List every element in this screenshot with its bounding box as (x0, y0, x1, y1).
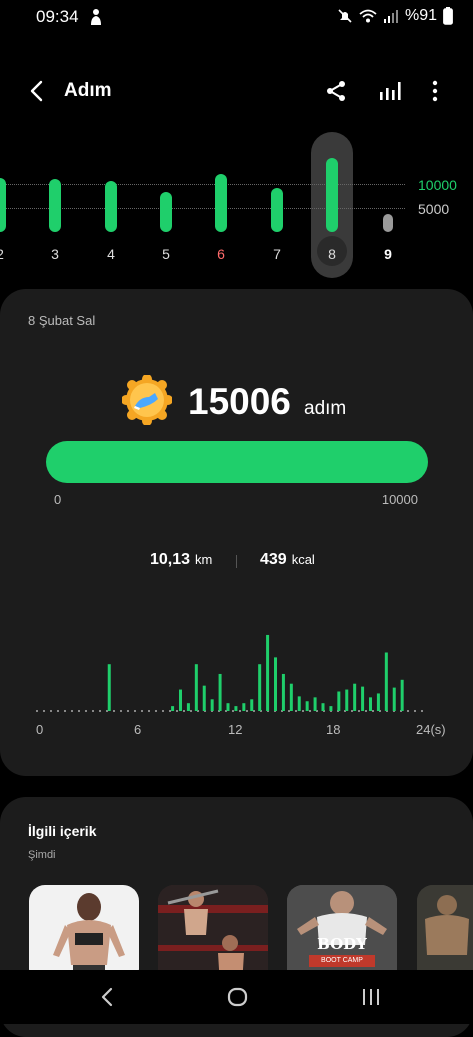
share-icon[interactable] (324, 78, 348, 104)
hourly-bar (250, 699, 254, 711)
hourly-bar (345, 689, 349, 711)
grid-label-10000: 10000 (418, 177, 457, 193)
android-person-icon (91, 9, 101, 25)
status-bar: 09:34 %91 (0, 0, 473, 34)
hour-tick-label: 12 (228, 722, 243, 737)
hourly-bar (376, 693, 380, 711)
distance-value: 10,13 (150, 551, 191, 568)
calorie-metric: 439 kcal (260, 551, 315, 569)
hourly-bar (384, 652, 388, 711)
hourly-bar (353, 683, 357, 711)
metric-divider (236, 555, 237, 568)
calorie-unit: kcal (291, 552, 315, 567)
day-label-3[interactable]: 3 (40, 246, 70, 262)
hourly-bar (369, 697, 372, 711)
hour-tick-label: 18 (326, 722, 341, 737)
hourly-steps-chart[interactable] (36, 619, 426, 719)
hourly-bar (210, 699, 214, 711)
hourly-bar (107, 664, 111, 711)
hourly-bar (392, 687, 396, 711)
day-bar-3[interactable] (49, 179, 61, 232)
hourly-bar (289, 683, 293, 711)
day-bar-5[interactable] (160, 192, 172, 232)
battery-icon (443, 7, 453, 25)
hourly-bar (329, 706, 333, 711)
system-nav-bar (0, 970, 473, 1024)
hourly-bar (281, 673, 285, 711)
day-detail-card: 8 Şubat Sal 15006 adım 0 10000 10,13 km 4… (0, 289, 473, 776)
battery-level: %91 (404, 7, 437, 24)
hour-tick-label: 0 (36, 722, 44, 737)
hourly-bar (218, 673, 222, 711)
day-label-8[interactable]: 8 (317, 246, 347, 262)
hour-tick-label: 6 (134, 722, 142, 737)
wifi-icon (359, 9, 377, 23)
step-count: 15006 (188, 381, 291, 422)
hourly-bar (179, 689, 182, 711)
day-bar-4[interactable] (105, 180, 117, 232)
home-nav-icon[interactable] (227, 987, 249, 1007)
hourly-bar (297, 696, 301, 711)
page-title: Adım (64, 80, 112, 101)
hourly-bar (202, 685, 206, 711)
more-vert-icon[interactable] (426, 78, 444, 104)
bar-stats-icon[interactable] (378, 78, 402, 104)
related-subtitle: Şimdi (28, 849, 56, 861)
goal-medal-icon (122, 375, 172, 425)
mute-icon (338, 9, 352, 23)
hourly-bar (194, 664, 198, 711)
step-unit: adım (304, 398, 347, 419)
day-bar-2[interactable] (0, 178, 6, 232)
day-label-2[interactable]: 2 (0, 246, 15, 262)
back-arrow-icon[interactable] (26, 78, 50, 104)
calorie-value: 439 (260, 551, 287, 568)
day-label-4[interactable]: 4 (96, 246, 126, 262)
goal-min-label: 0 (54, 492, 62, 507)
hourly-bar (321, 703, 325, 711)
grid-label-5000: 5000 (418, 201, 450, 217)
status-icons: %91 (337, 7, 453, 25)
hourly-bar (313, 697, 317, 711)
goal-max-label: 10000 (381, 492, 418, 507)
hourly-bar (266, 634, 270, 711)
back-nav-icon[interactable] (98, 986, 116, 1008)
day-bar-8[interactable] (326, 158, 338, 232)
day-label-9[interactable]: 9 (373, 246, 403, 262)
hourly-bar (234, 706, 238, 711)
hourly-bar (337, 691, 341, 711)
distance-metric: 10,13 km (150, 551, 212, 569)
day-label-6[interactable]: 6 (206, 246, 236, 262)
hourly-bar (305, 701, 309, 711)
day-bar-9[interactable] (383, 214, 393, 232)
hourly-bar (274, 657, 277, 711)
hourly-bar (186, 703, 190, 711)
status-time: 09:34 (36, 7, 79, 26)
signal-icon (383, 10, 398, 23)
weekly-steps-chart[interactable]: 10000 5000 2 3 4 5 6 7 8 9 (0, 128, 473, 278)
day-bar-7[interactable] (271, 188, 283, 232)
day-label-5[interactable]: 5 (151, 246, 181, 262)
hourly-bar (361, 686, 365, 711)
hourly-bar (171, 706, 175, 711)
step-goal-progress-bar (46, 441, 428, 483)
distance-unit: km (195, 552, 213, 567)
hourly-bar (242, 703, 246, 711)
hourly-bar (258, 664, 262, 711)
hourly-bar (400, 679, 404, 711)
selected-date: 8 Şubat Sal (28, 313, 96, 328)
day-bar-6[interactable] (215, 174, 227, 232)
hourly-bar (226, 703, 230, 711)
related-title: İlgili içerik (28, 823, 97, 839)
hour-tick-label: 24(s) (416, 722, 446, 737)
boot-camp-caption: BOOT CAMP (309, 955, 375, 967)
recents-nav-icon[interactable] (361, 987, 381, 1007)
day-label-7[interactable]: 7 (262, 246, 292, 262)
